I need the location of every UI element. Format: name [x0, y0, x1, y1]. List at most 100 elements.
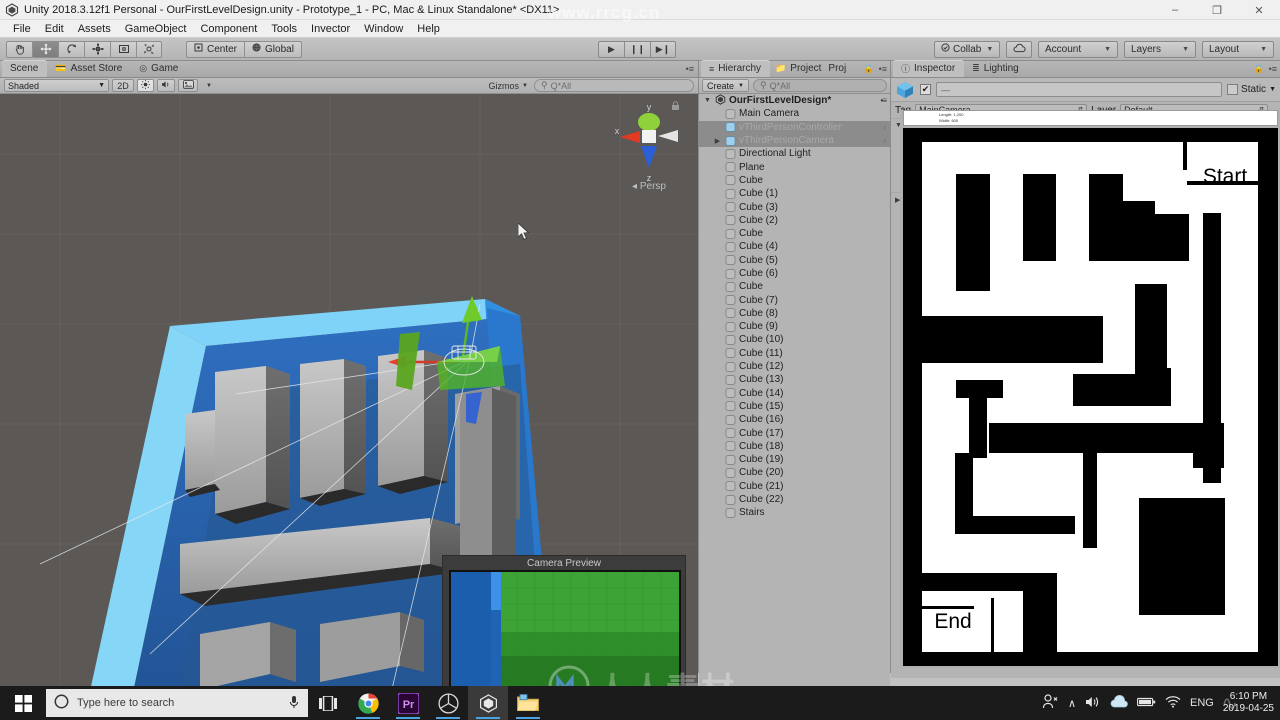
people-icon[interactable]: [1042, 694, 1059, 712]
hierarchy-item[interactable]: ▶Cube (6): [699, 267, 890, 280]
hierarchy-item[interactable]: ▶Cube (20): [699, 466, 890, 479]
hierarchy-item[interactable]: ▶Cube (5): [699, 254, 890, 267]
battery-icon[interactable]: [1137, 696, 1156, 711]
scale-tool-button[interactable]: [84, 40, 110, 58]
static-checkbox[interactable]: [1227, 84, 1239, 95]
hierarchy-item[interactable]: ▶Cube (8): [699, 307, 890, 320]
wifi-icon[interactable]: [1165, 695, 1181, 711]
hierarchy-item[interactable]: ▶Cube: [699, 174, 890, 187]
maximize-button[interactable]: ❐: [1196, 0, 1238, 20]
hierarchy-item[interactable]: ▶Cube (2): [699, 214, 890, 227]
layers-button[interactable]: Layers ▼: [1124, 40, 1196, 58]
panel-options-icon[interactable]: •≡: [686, 64, 694, 74]
toggle-fx-button[interactable]: [178, 79, 198, 92]
tab-hierarchy[interactable]: ≡ Hierarchy: [701, 60, 771, 77]
chevron-down-icon[interactable]: ▼: [1269, 86, 1276, 93]
menu-item-invector[interactable]: Invector: [304, 22, 357, 36]
toggle-2d-button[interactable]: 2D: [112, 79, 134, 92]
tab-project[interactable]: 📁 Project: [770, 60, 826, 77]
hierarchy-item[interactable]: ▶Cube (22): [699, 493, 890, 506]
menu-item-help[interactable]: Help: [410, 22, 447, 36]
account-button[interactable]: Account ▼: [1038, 40, 1118, 58]
close-button[interactable]: ✕: [1238, 0, 1280, 20]
pivot-mode-button[interactable]: Center: [186, 40, 245, 58]
chevron-right-icon[interactable]: ›: [883, 123, 886, 132]
file-explorer-icon[interactable]: [508, 686, 548, 720]
hierarchy-item[interactable]: ▶ vThirdPersonCamera ›: [699, 133, 890, 148]
tab-inspector[interactable]: ⓘ Inspector: [893, 60, 965, 77]
panel-options-icon[interactable]: •≡: [1269, 64, 1277, 74]
toggle-lighting-button[interactable]: [137, 79, 154, 92]
rotate-tool-button[interactable]: [58, 40, 84, 58]
scene-panel-menu[interactable]: •≡: [686, 64, 694, 74]
toggle-audio-button[interactable]: [157, 79, 175, 92]
hierarchy-scene-root[interactable]: ▼ OurFirstLevelDesign* •≡: [699, 94, 890, 107]
menu-item-component[interactable]: Component: [193, 22, 264, 36]
hierarchy-item[interactable]: ▶Directional Light: [699, 147, 890, 160]
hierarchy-item[interactable]: ▶Cube (18): [699, 440, 890, 453]
collab-button[interactable]: Collab ▼: [934, 40, 1000, 58]
pause-button[interactable]: ❙❙: [624, 40, 650, 58]
unity-icon[interactable]: [468, 686, 508, 720]
transform-tool-button[interactable]: [136, 40, 162, 58]
lock-icon[interactable]: 🔒: [863, 63, 874, 74]
hierarchy-item[interactable]: ▶Cube (10): [699, 333, 890, 346]
menu-item-gameobject[interactable]: GameObject: [118, 22, 194, 36]
hierarchy-item[interactable]: ▶Cube (9): [699, 320, 890, 333]
cloud-button[interactable]: [1006, 40, 1032, 58]
hierarchy-item[interactable]: ▶Cube (11): [699, 347, 890, 360]
hierarchy-item[interactable]: ▶Cube (3): [699, 200, 890, 213]
hierarchy-item[interactable]: ▶Cube (16): [699, 413, 890, 426]
hierarchy-item[interactable]: ▶Stairs: [699, 506, 890, 519]
chrome-icon[interactable]: [348, 686, 388, 720]
hierarchy-item[interactable]: ▶Cube (1): [699, 187, 890, 200]
onedrive-icon[interactable]: [1110, 694, 1128, 711]
hierarchy-search-input[interactable]: ⚲ Q*All: [752, 79, 887, 92]
move-tool-button[interactable]: [32, 40, 58, 58]
task-view-icon[interactable]: [308, 686, 348, 720]
menu-item-file[interactable]: File: [6, 22, 38, 36]
static-toggle[interactable]: Static ▼: [1227, 84, 1276, 95]
create-button[interactable]: Create ▼: [702, 79, 749, 92]
fx-dropdown-button[interactable]: ▼: [201, 79, 217, 92]
hierarchy-tree[interactable]: ▼ OurFirstLevelDesign* •≡ ▶Main Camera ▶ v…: [699, 94, 890, 690]
microphone-icon[interactable]: [288, 695, 300, 712]
hand-tool-button[interactable]: [6, 40, 32, 58]
premiere-pro-icon[interactable]: Pr: [388, 686, 428, 720]
scene-viewport[interactable]: y x z ◂ Persp Camera Preview: [0, 94, 698, 689]
scene-search-input[interactable]: ⚲ Q*All: [534, 79, 694, 92]
tab-project-overflow[interactable]: Proj: [826, 60, 848, 77]
scene-options-icon[interactable]: •≡: [881, 96, 888, 105]
play-button[interactable]: ▶: [598, 40, 624, 58]
hierarchy-panel-menu[interactable]: 🔒 •≡: [863, 63, 887, 74]
lock-icon[interactable]: 🔒: [1253, 63, 1264, 74]
inspector-panel-menu[interactable]: 🔒 •≡: [1253, 63, 1277, 74]
hierarchy-item[interactable]: ▶Cube (21): [699, 480, 890, 493]
tab-asset-store[interactable]: 💳 Asset Store: [47, 60, 131, 77]
chevron-up-icon[interactable]: ∧: [1068, 697, 1076, 710]
hierarchy-item[interactable]: ▶Cube: [699, 280, 890, 293]
rect-tool-button[interactable]: [110, 40, 136, 58]
menu-item-window[interactable]: Window: [357, 22, 410, 36]
hierarchy-item[interactable]: ▶Cube (17): [699, 426, 890, 439]
layout-button[interactable]: Layout ▼: [1202, 40, 1274, 58]
hierarchy-item[interactable]: ▶Cube (15): [699, 400, 890, 413]
hierarchy-item[interactable]: ▶Main Camera: [699, 107, 890, 120]
taskbar-search-input[interactable]: Type here to search: [46, 689, 308, 717]
menu-item-tools[interactable]: Tools: [264, 22, 304, 36]
chevron-right-icon[interactable]: ▶: [713, 137, 722, 145]
hierarchy-item[interactable]: ▶Cube (13): [699, 373, 890, 386]
language-indicator[interactable]: ENG: [1190, 697, 1214, 709]
panel-options-icon[interactable]: •≡: [879, 64, 887, 74]
hierarchy-item[interactable]: ▶Cube (19): [699, 453, 890, 466]
object-name-input[interactable]: —: [936, 82, 1223, 97]
hierarchy-item[interactable]: ▶Plane: [699, 160, 890, 173]
hierarchy-item[interactable]: ▶vThirdPersonController›: [699, 120, 890, 134]
chevron-right-icon[interactable]: ›: [883, 136, 886, 145]
tab-scene[interactable]: Scene: [2, 60, 48, 77]
tab-game[interactable]: ◎ Game: [131, 60, 187, 77]
start-button[interactable]: [0, 686, 46, 720]
menu-item-edit[interactable]: Edit: [38, 22, 71, 36]
hierarchy-item[interactable]: ▶Cube (14): [699, 387, 890, 400]
scene-orientation-gizmo[interactable]: y x z ◂ Persp: [610, 96, 688, 192]
